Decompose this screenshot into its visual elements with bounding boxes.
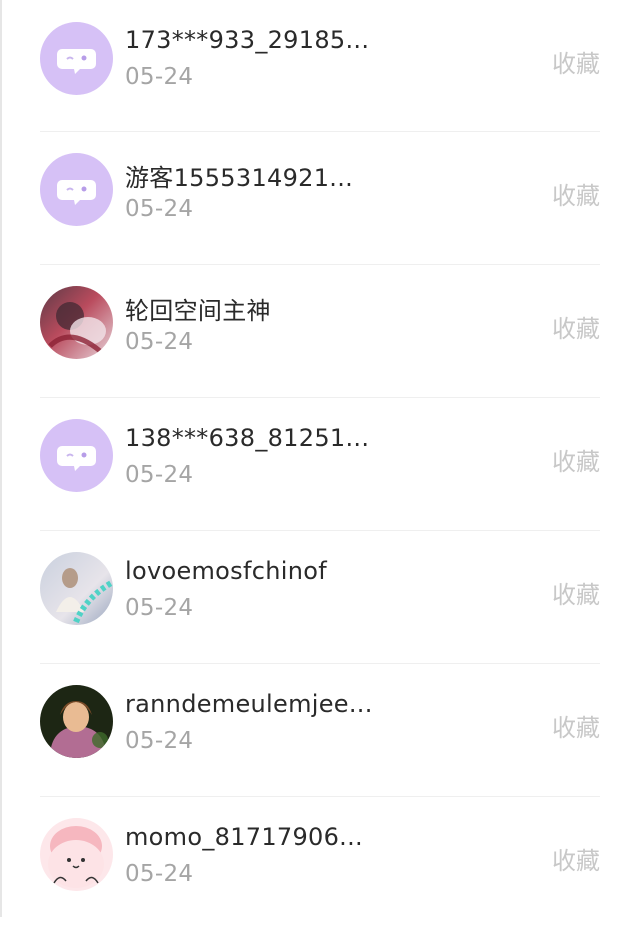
list-item[interactable]: momo_81717906... 05-24 收藏 (0, 797, 640, 930)
list-item[interactable]: lovoemosfchinof 05-24 收藏 (0, 531, 640, 664)
user-avatar-photo[interactable] (40, 552, 113, 625)
date-label: 05-24 (125, 64, 194, 90)
list-item[interactable]: ranndemeulemjee... 05-24 收藏 (0, 664, 640, 797)
date-label: 05-24 (125, 462, 194, 488)
user-name[interactable]: ranndemeulemjee... (125, 690, 373, 718)
collect-button[interactable]: 收藏 (552, 309, 600, 344)
user-name[interactable]: momo_81717906... (125, 823, 363, 851)
user-name[interactable]: 173***933_29185... (125, 26, 369, 54)
user-name[interactable]: 138***638_81251... (125, 424, 369, 452)
collect-button[interactable]: 收藏 (552, 575, 600, 610)
user-name[interactable]: 轮回空间主神 (125, 291, 271, 326)
date-label: 05-24 (125, 595, 194, 621)
date-label: 05-24 (125, 728, 194, 754)
date-label: 05-24 (125, 196, 194, 222)
collect-button[interactable]: 收藏 (552, 708, 600, 743)
user-list: 173***933_29185... 05-24 收藏 游客1555314921… (0, 0, 640, 930)
default-avatar-icon[interactable] (40, 22, 113, 95)
collect-button[interactable]: 收藏 (552, 442, 600, 477)
collect-button[interactable]: 收藏 (552, 44, 600, 79)
date-label: 05-24 (125, 861, 194, 887)
list-item[interactable]: 138***638_81251... 05-24 收藏 (0, 398, 640, 531)
default-avatar-icon[interactable] (40, 153, 113, 226)
date-label: 05-24 (125, 329, 194, 355)
user-avatar-photo[interactable] (40, 286, 113, 359)
user-name[interactable]: lovoemosfchinof (125, 557, 327, 585)
collect-button[interactable]: 收藏 (552, 176, 600, 211)
default-avatar-icon[interactable] (40, 419, 113, 492)
user-name[interactable]: 游客1555314921... (125, 158, 353, 193)
user-avatar-cartoon[interactable] (40, 818, 113, 891)
collect-button[interactable]: 收藏 (552, 841, 600, 876)
list-item[interactable]: 轮回空间主神 05-24 收藏 (0, 265, 640, 398)
list-item[interactable]: 173***933_29185... 05-24 收藏 (0, 0, 640, 132)
list-item[interactable]: 游客1555314921... 05-24 收藏 (0, 132, 640, 265)
user-avatar-photo[interactable] (40, 685, 113, 758)
